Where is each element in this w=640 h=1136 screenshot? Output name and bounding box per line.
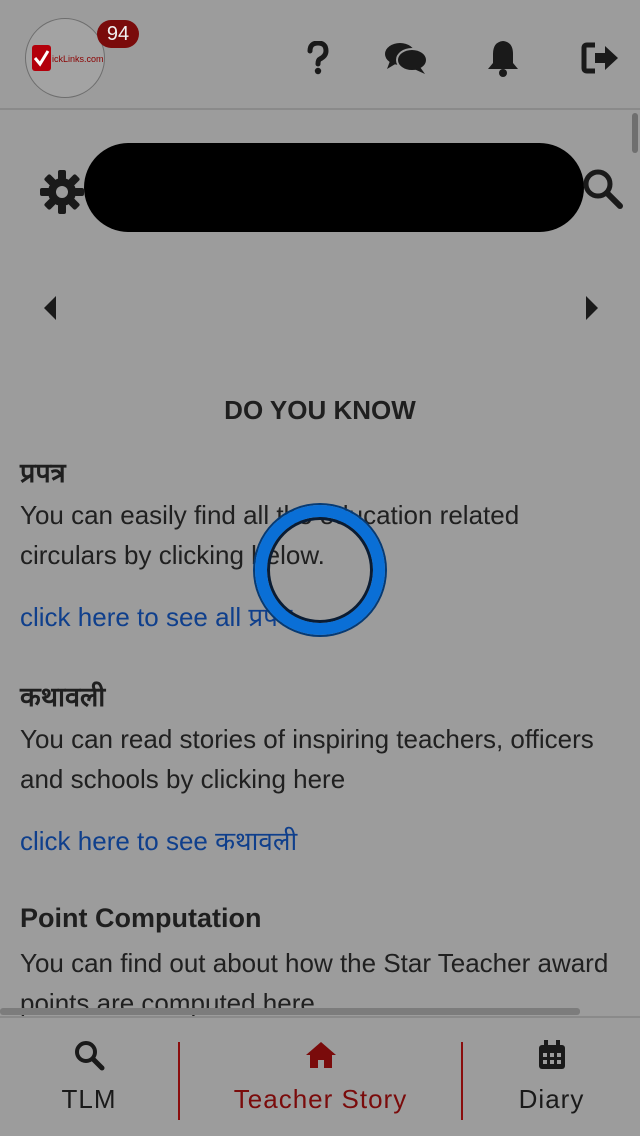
check-logo-icon <box>32 45 51 71</box>
vertical-scrollbar[interactable] <box>632 113 638 153</box>
section-title: DO YOU KNOW <box>224 395 416 425</box>
horizontal-scrollbar[interactable] <box>0 1008 580 1015</box>
bell-icon[interactable] <box>481 36 525 80</box>
block-title-point-computation: Point Computation <box>20 903 262 933</box>
nav-label-tlm: TLM <box>61 1084 117 1114</box>
bottom-nav: TLM Teacher Story Diary <box>0 1016 640 1136</box>
help-icon[interactable] <box>296 36 340 80</box>
block-title-prapatra: प्रपत्र <box>20 458 66 488</box>
caret-left-icon[interactable] <box>40 292 60 324</box>
chat-icon[interactable] <box>384 36 428 80</box>
block-title-kathavali: कथावली <box>20 682 106 712</box>
nav-label-teacher-story: Teacher Story <box>233 1084 408 1114</box>
search-icon <box>75 1041 105 1071</box>
notification-count-badge: 94 <box>97 20 139 48</box>
caret-right-icon[interactable] <box>582 292 602 324</box>
link-see-kathavali[interactable]: click here to see कथावली <box>20 822 297 858</box>
calendar-icon <box>538 1040 565 1069</box>
loading-spinner <box>255 505 385 635</box>
nav-item-diary[interactable]: Diary <box>463 1018 640 1136</box>
logout-icon[interactable] <box>579 36 623 80</box>
nav-label-diary: Diary <box>518 1084 585 1114</box>
home-icon <box>305 1042 336 1068</box>
gear-icon[interactable] <box>38 168 86 216</box>
search-icon[interactable] <box>580 166 626 212</box>
nav-item-teacher-story[interactable]: Teacher Story <box>180 1018 461 1136</box>
app-header: ickLinks.com 94 <box>0 0 640 110</box>
link-see-all-prapatra[interactable]: click here to see all प्रपत्र <box>20 598 292 634</box>
logo-text: ickLinks.com <box>52 54 104 64</box>
app-logo[interactable]: ickLinks.com <box>25 18 105 98</box>
nav-item-tlm[interactable]: TLM <box>0 1018 178 1136</box>
search-input[interactable] <box>84 143 584 232</box>
block-text-kathavali: You can read stories of inspiring teache… <box>20 724 594 794</box>
